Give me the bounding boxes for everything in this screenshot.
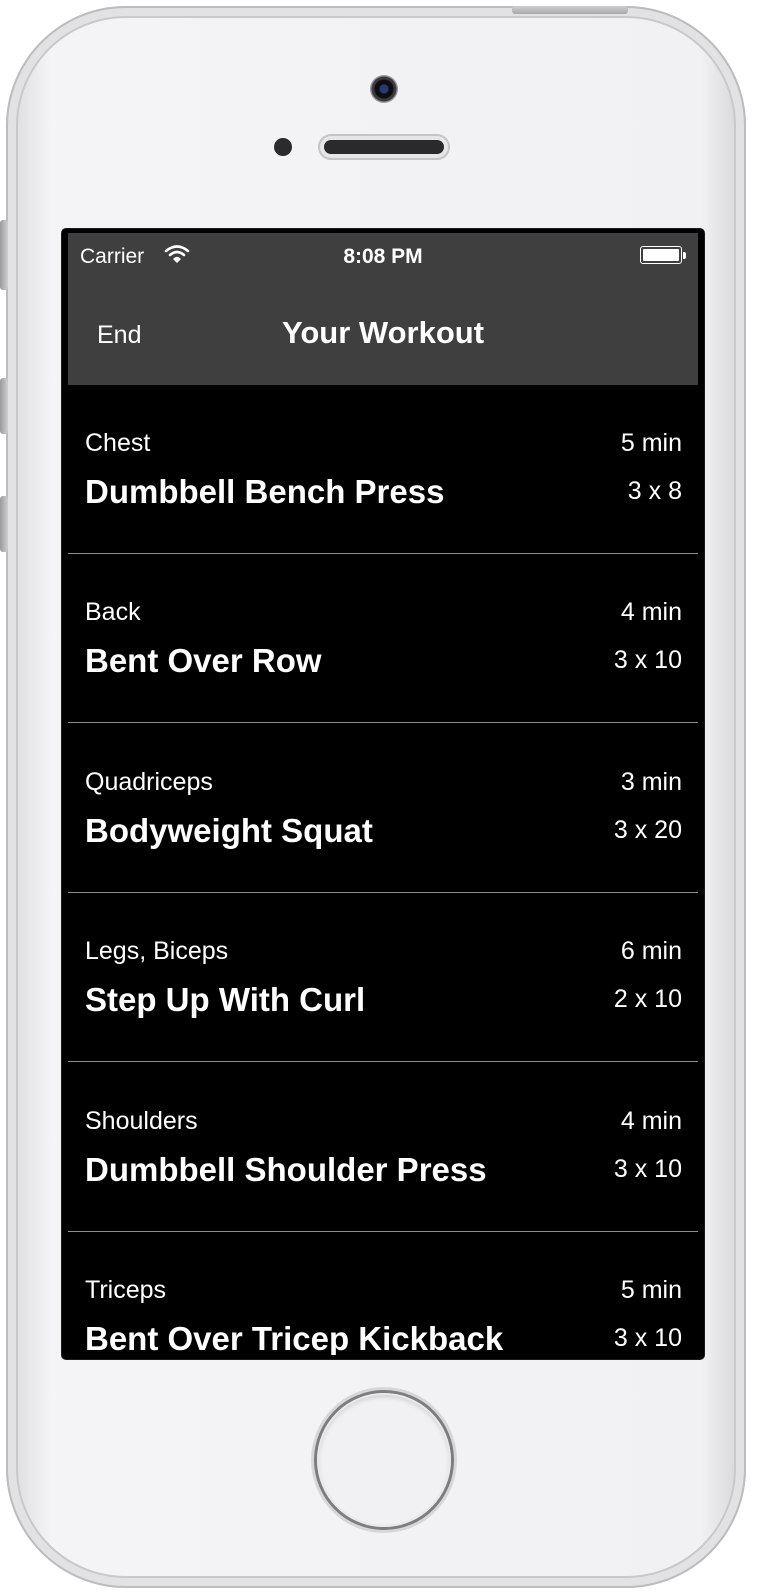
exercise-sets: 3 x 8	[627, 477, 682, 505]
exercise-muscle: Shoulders	[85, 1107, 198, 1135]
exercise-sets: 3 x 10	[613, 1324, 682, 1352]
exercise-duration: 5 min	[620, 429, 682, 457]
exercise-duration: 4 min	[620, 1107, 682, 1135]
exercise-sets: 3 x 10	[613, 646, 682, 674]
power-button	[512, 6, 628, 14]
exercise-muscle: Triceps	[85, 1276, 167, 1304]
exercise-name: Step Up With Curl	[85, 981, 366, 1018]
exercise-muscle: Legs, Biceps	[85, 937, 229, 965]
front-camera	[370, 75, 398, 103]
exercise-sets: 3 x 10	[613, 1155, 682, 1183]
exercise-sets: 2 x 10	[613, 985, 682, 1013]
exercise-sets: 3 x 20	[613, 816, 682, 844]
exercise-row[interactable]: Shoulders Dumbbell Shoulder Press 4 min …	[68, 1063, 698, 1232]
mute-switch	[0, 220, 8, 290]
exercise-name: Dumbbell Bench Press	[85, 473, 445, 510]
exercise-muscle: Chest	[85, 429, 151, 457]
exercise-list[interactable]: Chest Dumbbell Bench Press 5 min 3 x 8 B…	[68, 385, 698, 1355]
exercise-name: Dumbbell Shoulder Press	[85, 1151, 487, 1188]
exercise-duration: 5 min	[620, 1276, 682, 1304]
status-time: 8:08 PM	[343, 245, 423, 268]
exercise-name: Bodyweight Squat	[85, 812, 373, 849]
phone-frame: Carrier 8:08 PM End Your Workout Chest D…	[0, 6, 746, 1588]
battery-tip	[683, 252, 686, 259]
exercise-duration: 6 min	[620, 937, 682, 965]
navigation-bar: Carrier 8:08 PM End Your Workout	[68, 233, 698, 385]
status-bar: Carrier 8:08 PM	[68, 233, 698, 281]
proximity-sensor	[274, 138, 292, 156]
volume-down-button	[0, 496, 8, 552]
exercise-row[interactable]: Quadriceps Bodyweight Squat 3 min 3 x 20	[68, 724, 698, 893]
exercise-duration: 4 min	[620, 598, 682, 626]
volume-up-button	[0, 378, 8, 434]
exercise-row[interactable]: Chest Dumbbell Bench Press 5 min 3 x 8	[68, 385, 698, 554]
earpiece-speaker	[318, 134, 450, 160]
screen: Carrier 8:08 PM End Your Workout Chest D…	[62, 229, 704, 1359]
exercise-muscle: Quadriceps	[85, 768, 213, 796]
exercise-row[interactable]: Legs, Biceps Step Up With Curl 6 min 2 x…	[68, 893, 698, 1062]
exercise-muscle: Back	[85, 598, 141, 626]
exercise-row[interactable]: Back Bent Over Row 4 min 3 x 10	[68, 554, 698, 723]
nav-title: Your Workout	[281, 315, 485, 350]
exercise-duration: 3 min	[620, 768, 682, 796]
exercise-name: Bent Over Row	[85, 642, 322, 679]
exercise-name: Bent Over Tricep Kickback	[85, 1320, 504, 1355]
exercise-row[interactable]: Triceps Bent Over Tricep Kickback 5 min …	[68, 1232, 698, 1355]
home-button[interactable]	[317, 1393, 451, 1527]
battery-icon	[640, 246, 682, 264]
